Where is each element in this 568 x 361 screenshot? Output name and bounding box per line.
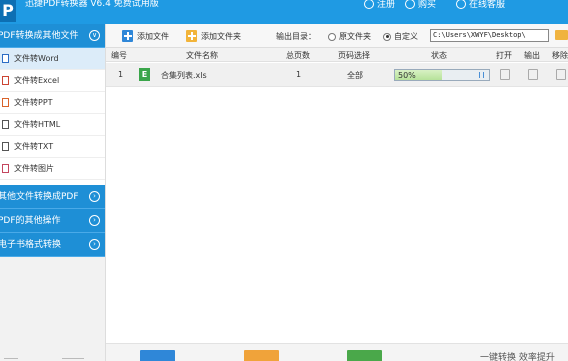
excel-file-icon: E [139, 68, 150, 81]
row-page-selection[interactable]: 全部 [347, 70, 363, 81]
sidebar-item-label: 文件转HTML [14, 120, 61, 129]
chevron-down-icon[interactable]: ∨ [89, 30, 100, 41]
sidebar-item-label: 文件转图片 [14, 164, 54, 173]
sidebar-item-to-image[interactable]: 文件转图片 [0, 158, 105, 180]
sidebar-item-to-ppt[interactable]: 文件转PPT [0, 92, 105, 114]
word-file-icon [2, 54, 9, 63]
column-header-page-selection: 页码选择 [338, 51, 370, 60]
txt-file-icon [2, 142, 9, 151]
register-icon [364, 0, 374, 9]
bottom-slogan: 一键转换 效率提升 [480, 353, 555, 361]
sidebar-group-label: 电子书格式转换 [0, 240, 62, 250]
progress-text: 50% [398, 71, 416, 80]
format-thumb-icon[interactable] [140, 350, 175, 361]
sidebar-group-other-to-pdf[interactable]: 其他文件转换成PDF › [0, 185, 105, 209]
register-button[interactable]: 注册 [364, 0, 395, 10]
sidebar-group-label: PDF的其他操作 [0, 216, 61, 226]
column-header-index: 编号 [111, 51, 127, 60]
buy-label: 购买 [418, 0, 437, 10]
radio-icon [328, 32, 336, 41]
row-index: 1 [118, 70, 124, 79]
ppt-file-icon [2, 98, 9, 107]
add-folder-label: 添加文件夹 [201, 31, 241, 41]
service-icon [456, 0, 466, 9]
add-file-label: 添加文件 [137, 31, 169, 41]
toolbar: 添加文件 添加文件夹 输出目录： 原文件夹 自定义 C:\Users\XWYF\… [106, 24, 568, 48]
chevron-right-icon[interactable]: › [89, 191, 100, 202]
sidebar-item-label: 文件转Word [14, 54, 59, 63]
radio-original-label: 原文件夹 [339, 32, 371, 41]
column-header-filename: 文件名称 [186, 51, 218, 60]
online-service-label: 在线客服 [469, 0, 506, 10]
format-thumb-icon[interactable] [347, 350, 382, 361]
pause-icon[interactable] [479, 72, 484, 78]
sidebar-item-label: 文件转TXT [14, 142, 54, 151]
sidebar-item-to-word[interactable]: 文件转Word [0, 48, 105, 70]
sidebar: PDF转换成其他文件 ∨ 文件转Word 文件转Excel 文件转PPT 文件转… [0, 24, 106, 361]
sidebar-group-pdf-operations[interactable]: PDF的其他操作 › [0, 209, 105, 233]
sidebar-item-to-txt[interactable]: 文件转TXT [0, 136, 105, 158]
conversion-progress-bar: 50% [394, 69, 490, 81]
sidebar-group-pdf-to-other[interactable]: PDF转换成其他文件 ∨ [0, 24, 105, 48]
radio-original-folder[interactable]: 原文件夹 [328, 31, 371, 42]
sidebar-item-list: 文件转Word 文件转Excel 文件转PPT 文件转HTML 文件转TXT 文… [0, 48, 105, 185]
add-folder-icon [186, 30, 197, 42]
output-path-field[interactable]: C:\Users\XWYF\Desktop\ [430, 29, 549, 42]
chevron-right-icon[interactable]: › [89, 239, 100, 250]
column-header-status: 状态 [431, 51, 447, 60]
sidebar-item-label: 文件转PPT [14, 98, 53, 107]
sidebar-item-label: 文件转Excel [14, 76, 60, 85]
file-table-header: 编号 文件名称 总页数 页码选择 状态 打开 输出 移除 [106, 48, 568, 62]
sidebar-item-to-html[interactable]: 文件转HTML [0, 114, 105, 136]
sidebar-footer [0, 353, 106, 361]
image-file-icon [2, 164, 9, 173]
add-file-icon [122, 30, 133, 42]
row-total-pages: 1 [296, 70, 302, 79]
sidebar-group-label: PDF转换成其他文件 [0, 31, 79, 41]
online-service-button[interactable]: 在线客服 [456, 0, 505, 10]
app-title: 迅捷PDF转换器 V6.4 免费试用版 [25, 0, 159, 9]
footer-divider [4, 358, 18, 359]
open-file-icon[interactable] [500, 69, 510, 80]
column-header-pages: 总页数 [286, 51, 310, 60]
html-file-icon [2, 120, 9, 129]
chevron-right-icon[interactable]: › [89, 215, 100, 226]
radio-selected-icon [383, 32, 391, 41]
row-filename: 合集列表.xls [161, 71, 207, 80]
trash-icon[interactable] [556, 69, 566, 80]
cart-icon [405, 0, 415, 9]
format-thumb-icon[interactable] [244, 350, 279, 361]
column-header-output: 输出 [524, 51, 540, 60]
add-folder-button[interactable]: 添加文件夹 [186, 29, 241, 43]
output-file-icon[interactable] [528, 69, 538, 80]
app-logo-icon: P [0, 0, 16, 22]
buy-button[interactable]: 购买 [405, 0, 436, 10]
sidebar-group-ebook-convert[interactable]: 电子书格式转换 › [0, 233, 105, 257]
column-header-open: 打开 [496, 51, 512, 60]
radio-custom-folder[interactable]: 自定义 [383, 31, 418, 42]
excel-file-icon [2, 76, 9, 85]
sidebar-item-to-excel[interactable]: 文件转Excel [0, 70, 105, 92]
sidebar-group-label: 其他文件转换成PDF [0, 192, 79, 202]
title-bar: P 迅捷PDF转换器 V6.4 免费试用版 注册 购买 在线客服 [0, 0, 568, 24]
bottom-bar: 一键转换 效率提升 [106, 343, 568, 361]
table-row[interactable]: 1 E 合集列表.xls 1 全部 50% [106, 63, 568, 87]
footer-divider [62, 358, 84, 359]
column-header-remove: 移除 [552, 51, 568, 60]
add-file-button[interactable]: 添加文件 [122, 29, 169, 43]
output-dir-label: 输出目录： [276, 32, 316, 41]
browse-folder-icon[interactable] [555, 30, 568, 40]
register-label: 注册 [377, 0, 396, 10]
radio-custom-label: 自定义 [394, 32, 418, 41]
